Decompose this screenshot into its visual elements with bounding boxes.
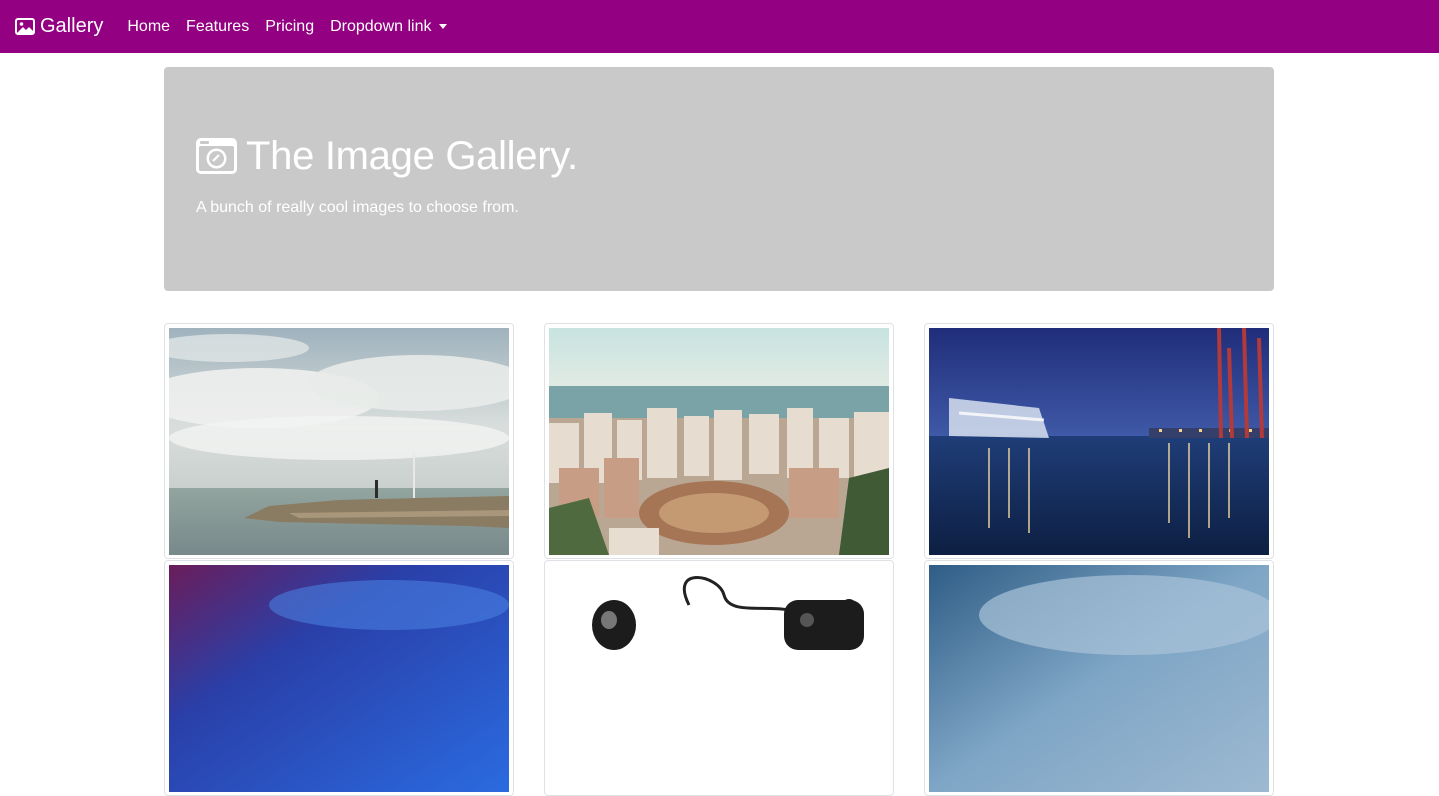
city-bullring-image [549,328,889,555]
page-subtitle: A bunch of really cool images to choose … [196,199,519,216]
gallery-item[interactable] [924,560,1274,796]
brand-link[interactable]: Gallery [15,15,103,38]
gallery-item[interactable] [544,560,894,796]
pier-seascape-image [169,328,509,555]
nav-features[interactable]: Features [186,18,249,36]
nav-dropdown[interactable]: Dropdown link [330,17,448,36]
gallery-item[interactable] [164,560,514,796]
telephone-image [549,565,889,792]
harbor-night-image [929,328,1269,555]
nav-pricing[interactable]: Pricing [265,18,314,36]
caret-down-icon [439,24,448,29]
camera-icon [196,138,237,174]
nav-links: Home Features Pricing Dropdown link [127,18,463,36]
jumbotron-heading: The Image Gallery. [196,133,1242,178]
image-icon [15,18,35,35]
gallery-item[interactable] [544,323,894,559]
gallery-item[interactable] [164,323,514,559]
blue-mist-image [929,565,1269,792]
nav-dropdown-label: Dropdown link [330,17,432,35]
jumbotron: The Image Gallery. A bunch of really coo… [164,67,1274,291]
page-title: The Image Gallery. [246,133,578,178]
brand-label: Gallery [40,15,104,37]
nav-home[interactable]: Home [127,18,170,36]
navbar: Gallery Home Features Pricing Dropdown l… [0,0,1439,53]
blue-sky-image [169,565,509,792]
gallery-item[interactable] [924,323,1274,559]
